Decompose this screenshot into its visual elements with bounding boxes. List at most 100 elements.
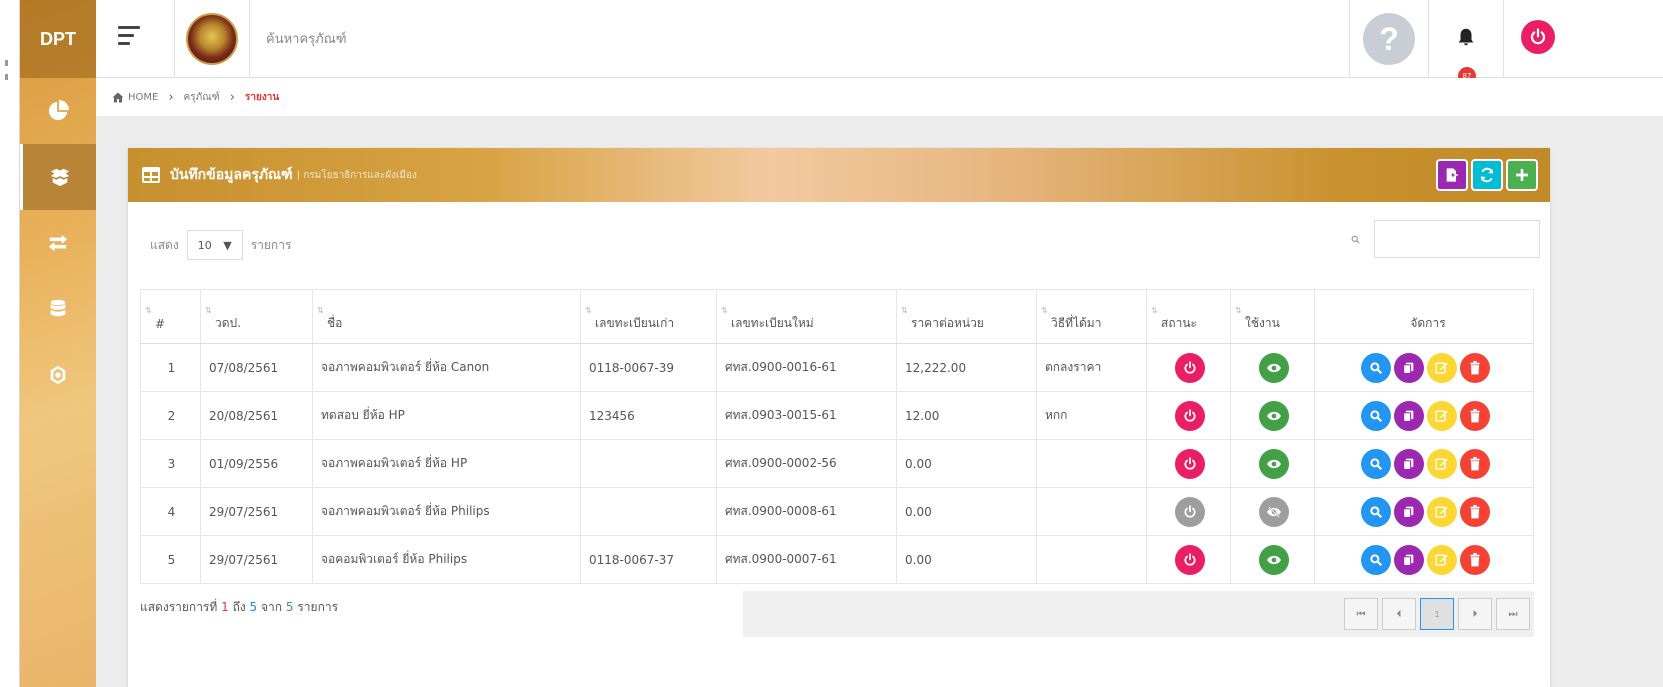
asset-card: บันทึกข้อมูลครุภัณฑ์ | กรมโยธาธิการและผั… bbox=[128, 148, 1550, 687]
status-toggle-button[interactable] bbox=[1174, 352, 1205, 383]
cell-no: 5 bbox=[140, 535, 201, 584]
sidebar-item-database[interactable] bbox=[20, 276, 96, 342]
delete-button[interactable] bbox=[1459, 448, 1490, 479]
sidebar: DPT bbox=[20, 0, 96, 687]
brand-logo[interactable]: DPT bbox=[20, 0, 96, 78]
card-actions bbox=[1436, 159, 1538, 191]
cell-old-reg: 0118-0067-37 bbox=[580, 535, 717, 584]
sidebar-item-settings[interactable] bbox=[20, 342, 96, 408]
view-button[interactable] bbox=[1360, 352, 1391, 383]
user-avatar[interactable]: ? bbox=[1349, 0, 1429, 78]
power-icon bbox=[1530, 28, 1546, 45]
cell-use bbox=[1230, 391, 1315, 440]
sidebar-item-dashboard[interactable] bbox=[20, 78, 96, 144]
prev-page-icon: ⏴ bbox=[1396, 608, 1402, 620]
delete-button[interactable] bbox=[1459, 544, 1490, 575]
export-button[interactable] bbox=[1436, 159, 1468, 191]
breadcrumb: HOME › ครุภัณฑ์ › รายงาน bbox=[96, 78, 1663, 116]
breadcrumb-separator: › bbox=[168, 89, 174, 105]
cell-date: 20/08/2561 bbox=[200, 391, 313, 440]
view-button[interactable] bbox=[1360, 544, 1391, 575]
view-button[interactable] bbox=[1360, 448, 1391, 479]
sidebar-item-transfer[interactable] bbox=[20, 210, 96, 276]
visibility-toggle-button[interactable] bbox=[1258, 544, 1289, 575]
first-page-button[interactable]: ⏮ bbox=[1344, 598, 1378, 630]
eye-icon bbox=[1266, 459, 1281, 469]
cell-new-reg: ศทส.0900-0007-61 bbox=[716, 535, 897, 584]
view-button[interactable] bbox=[1360, 496, 1391, 527]
pie-chart-icon bbox=[48, 100, 69, 121]
refresh-button[interactable] bbox=[1471, 159, 1503, 191]
cell-method: ตกลงราคา bbox=[1036, 343, 1147, 392]
delete-button[interactable] bbox=[1459, 352, 1490, 383]
col-use[interactable]: ⇅ ใช้งาน bbox=[1230, 289, 1315, 344]
breadcrumb-section[interactable]: ครุภัณฑ์ bbox=[184, 90, 220, 105]
view-button[interactable] bbox=[1360, 400, 1391, 431]
sidebar-item-assets[interactable] bbox=[20, 144, 96, 210]
info-from: 1 bbox=[221, 600, 229, 614]
cell-status bbox=[1146, 535, 1231, 584]
cell-status bbox=[1146, 487, 1231, 536]
table-search-input[interactable] bbox=[1374, 220, 1540, 258]
status-toggle-button[interactable] bbox=[1174, 448, 1205, 479]
status-toggle-button[interactable] bbox=[1174, 544, 1205, 575]
breadcrumb-separator: › bbox=[229, 89, 235, 105]
copy-button[interactable] bbox=[1393, 496, 1424, 527]
col-name[interactable]: ⇅ ชื่อ bbox=[312, 289, 581, 344]
edit-icon bbox=[1435, 553, 1448, 566]
col-new-reg[interactable]: ⇅ เลขทะเบียนใหม่ bbox=[716, 289, 897, 344]
status-toggle-button[interactable] bbox=[1174, 496, 1205, 527]
edit-button[interactable] bbox=[1426, 544, 1457, 575]
eye-icon bbox=[1266, 555, 1281, 565]
col-date[interactable]: ⇅ วดป. bbox=[200, 289, 313, 344]
visibility-toggle-button[interactable] bbox=[1258, 496, 1289, 527]
cell-new-reg: ศทส.0900-0016-61 bbox=[716, 343, 897, 392]
notifications[interactable]: 87 bbox=[1429, 0, 1504, 85]
prev-page-button[interactable]: ⏴ bbox=[1382, 598, 1416, 630]
copy-button[interactable] bbox=[1393, 400, 1424, 431]
page-button-current[interactable]: 1 bbox=[1420, 598, 1454, 630]
next-page-button[interactable]: ⏵ bbox=[1458, 598, 1492, 630]
edit-button[interactable] bbox=[1426, 496, 1457, 527]
status-toggle-button[interactable] bbox=[1174, 400, 1205, 431]
delete-button[interactable] bbox=[1459, 400, 1490, 431]
copy-button[interactable] bbox=[1393, 448, 1424, 479]
search-icon bbox=[1369, 505, 1383, 519]
breadcrumb-home[interactable]: HOME bbox=[128, 92, 158, 103]
visibility-toggle-button[interactable] bbox=[1258, 400, 1289, 431]
visibility-toggle-button[interactable] bbox=[1258, 448, 1289, 479]
col-price[interactable]: ⇅ ราคาต่อหน่วย bbox=[896, 289, 1037, 344]
copy-button[interactable] bbox=[1393, 544, 1424, 575]
col-no[interactable]: ⇅ # bbox=[140, 289, 201, 344]
table-row: 2 20/08/2561 ทดสอบ ยี่ห้อ HP 123456 ศทส.0903… bbox=[140, 391, 1534, 440]
asset-search-input[interactable]: ค้นหาครุภัณฑ์ bbox=[266, 28, 347, 49]
copy-icon bbox=[1402, 505, 1415, 519]
edit-button[interactable] bbox=[1426, 400, 1457, 431]
breadcrumb-current: รายงาน bbox=[244, 91, 280, 103]
trash-icon bbox=[1469, 360, 1481, 375]
logout-button[interactable] bbox=[1521, 20, 1555, 54]
col-method[interactable]: ⇅ วิธีที่ได้มา bbox=[1036, 289, 1147, 344]
question-avatar-icon: ? bbox=[1363, 13, 1415, 65]
col-status[interactable]: ⇅ สถานะ bbox=[1146, 289, 1231, 344]
delete-button[interactable] bbox=[1459, 496, 1490, 527]
power-icon bbox=[1183, 408, 1197, 423]
table-header-row: ⇅ # ⇅ วดป. ⇅ ชื่อ ⇅ เลขทะเบียนเก่า ⇅ เลขทะเบี… bbox=[140, 289, 1534, 344]
info-prefix: แสดงรายการที่ bbox=[140, 600, 218, 614]
database-icon bbox=[50, 299, 66, 317]
visibility-toggle-button[interactable] bbox=[1258, 352, 1289, 383]
copy-button[interactable] bbox=[1393, 352, 1424, 383]
cell-date: 01/09/2556 bbox=[200, 439, 313, 488]
cell-date: 29/07/2561 bbox=[200, 535, 313, 584]
info-suffix: รายการ bbox=[297, 600, 339, 614]
col-old-reg[interactable]: ⇅ เลขทะเบียนเก่า bbox=[580, 289, 717, 344]
card-subtitle: | กรมโยธาธิการและผังเมือง bbox=[296, 169, 417, 181]
add-button[interactable] bbox=[1506, 159, 1538, 191]
menu-toggle-icon[interactable] bbox=[118, 26, 140, 50]
cell-actions bbox=[1314, 487, 1534, 536]
edit-button[interactable] bbox=[1426, 352, 1457, 383]
edit-button[interactable] bbox=[1426, 448, 1457, 479]
page-length-select[interactable]: 10 ▼ bbox=[186, 230, 243, 260]
last-page-button[interactable]: ⏭ bbox=[1496, 598, 1530, 630]
cell-actions bbox=[1314, 535, 1534, 584]
